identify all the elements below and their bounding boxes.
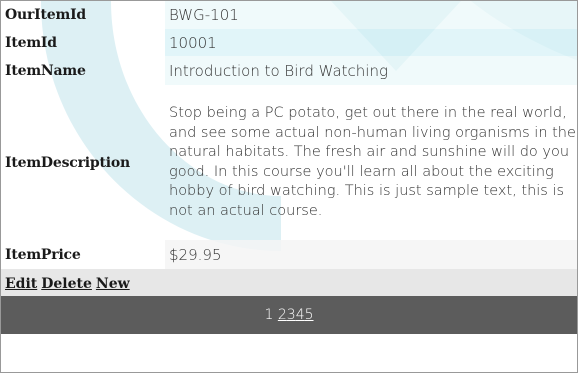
page-link-4[interactable]: 4 [296,307,305,323]
item-details-table: OurItemId BWG-101 ItemId 10001 ItemName … [1,1,577,334]
edit-link[interactable]: Edit [5,276,37,292]
page-link-2[interactable]: 2 [278,307,287,323]
page-link-3[interactable]: 3 [287,307,296,323]
details-view: OurItemId BWG-101 ItemId 10001 ItemName … [0,0,578,373]
field-label: ItemPrice [5,246,81,263]
new-link[interactable]: New [96,276,130,292]
field-value: Stop being a PC potato, get out there in… [169,105,576,219]
field-value: 10001 [165,29,577,56]
row-item-description: ItemDescription Stop being a PC potato, … [1,85,577,240]
row-item-price: ItemPrice $29.95 [1,240,577,269]
pager-cell: 1 2345 [1,296,577,334]
field-label: OurItemId [5,7,87,23]
current-page: 1 [264,307,274,323]
command-cell: Edit Delete New [1,269,577,296]
page-link-5[interactable]: 5 [305,307,314,323]
pager-row: 1 2345 [1,296,577,334]
command-row: Edit Delete New [1,269,577,296]
field-label: ItemName [5,62,86,79]
field-value: $29.95 [165,240,577,269]
row-item-name: ItemName Introduction to Bird Watching [1,56,577,85]
row-item-id: ItemId 10001 [1,29,577,56]
field-label: ItemId [5,34,57,51]
field-value: BWG-101 [165,1,577,29]
delete-link[interactable]: Delete [41,276,92,292]
row-our-item-id: OurItemId BWG-101 [1,1,577,29]
field-label: ItemDescription [5,154,130,171]
field-value: Introduction to Bird Watching [165,56,577,85]
